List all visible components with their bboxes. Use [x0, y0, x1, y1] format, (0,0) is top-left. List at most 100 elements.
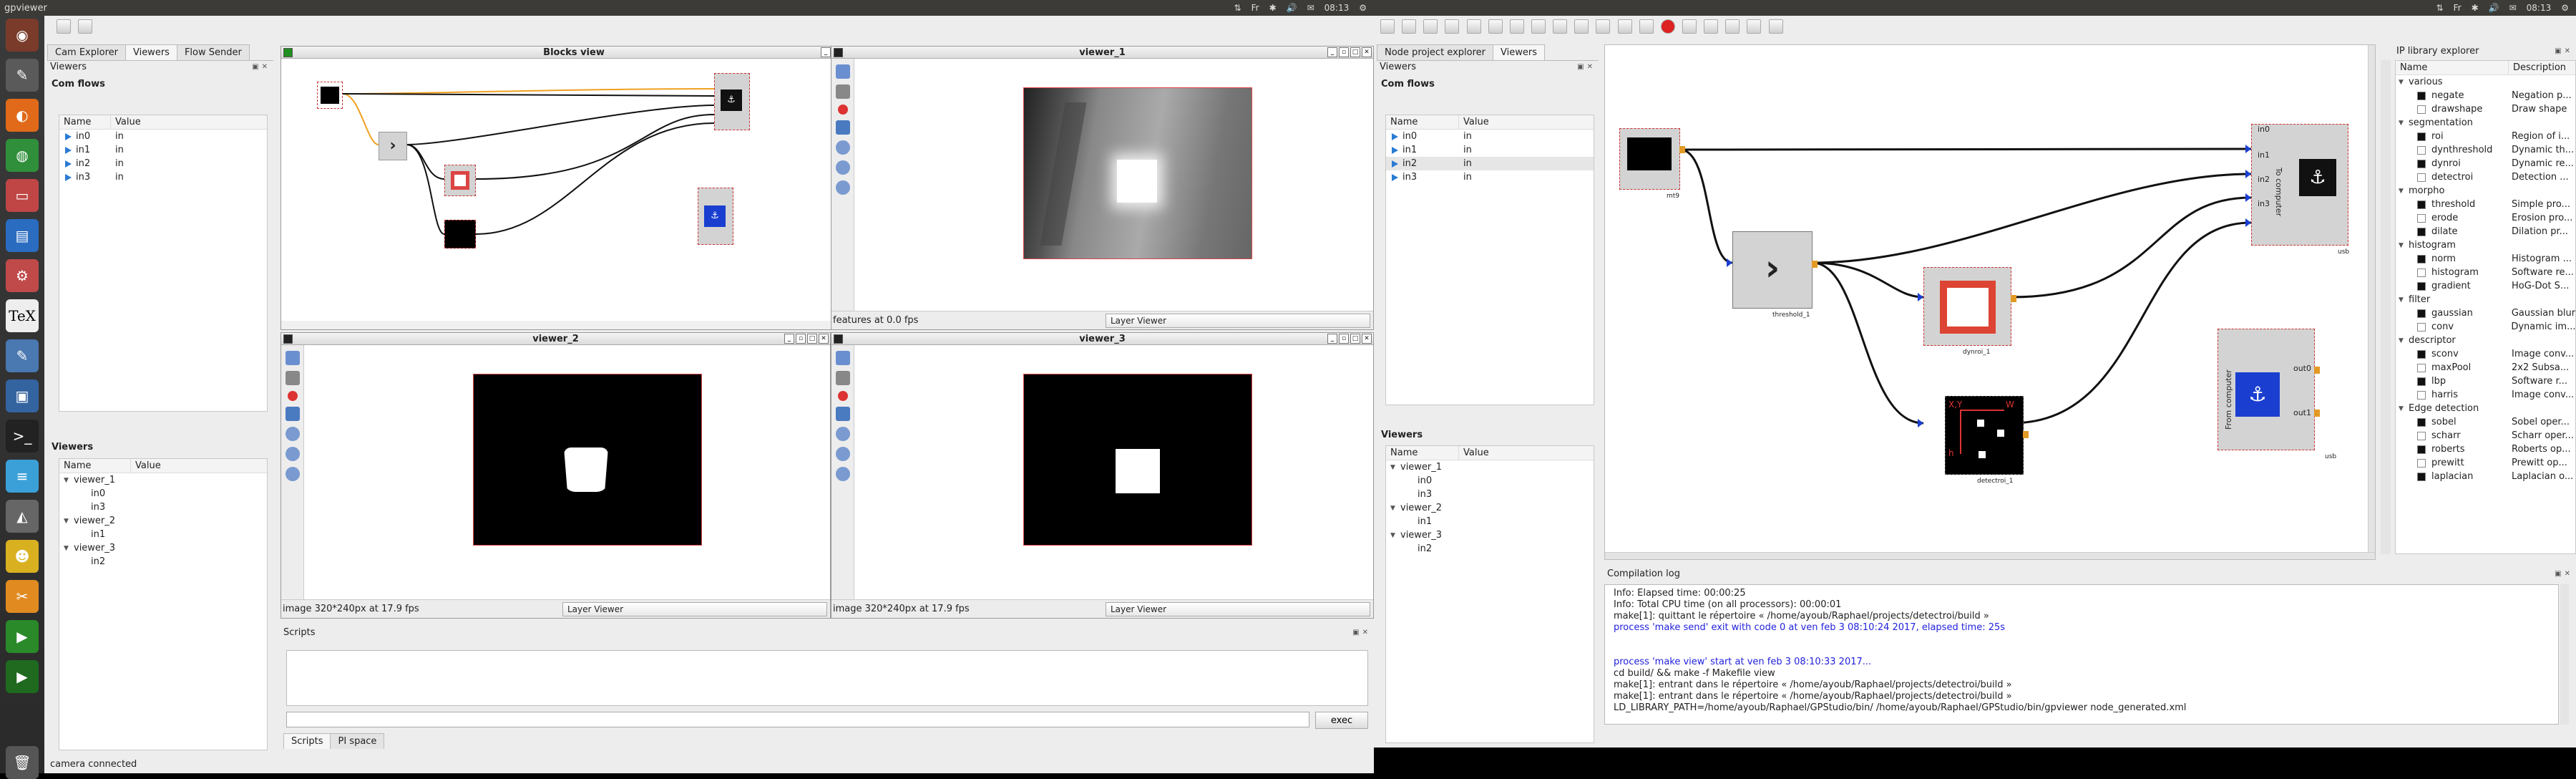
camera-button[interactable] [836, 120, 850, 135]
usb-out-block[interactable]: ⚓ [714, 73, 750, 130]
usb-in-block[interactable]: ⚓ [698, 188, 733, 245]
ip-item[interactable]: harris Image conv... [2396, 388, 2575, 402]
align-button[interactable] [1768, 19, 1783, 34]
tab-cam-explorer[interactable]: Cam Explorer [47, 44, 126, 60]
zoom-out-button[interactable] [836, 447, 850, 461]
horizontal-scrollbar[interactable] [1605, 552, 2375, 559]
col-name[interactable]: Name [59, 459, 131, 473]
pause-button[interactable] [286, 351, 300, 365]
minimize-button[interactable]: _ [1327, 47, 1337, 57]
stop-button[interactable] [1660, 19, 1675, 34]
volume-icon[interactable]: 🔊 [2489, 3, 2499, 13]
generate-button[interactable] [1531, 19, 1546, 34]
gimp-icon[interactable]: ☻ [6, 540, 39, 573]
ip-item[interactable]: prewitt Prewitt op... [2396, 456, 2575, 470]
node-graph-canvas[interactable]: mt9 › threshold_1 dynroi_1 X,Y W h detec… [1604, 44, 2376, 560]
collapse-icon[interactable]: ▼ [1390, 505, 1400, 512]
ip-item[interactable]: sconv Image conv... [2396, 347, 2575, 361]
collapse-icon[interactable]: ▼ [2399, 120, 2409, 127]
maximize-button[interactable]: □ [1350, 47, 1360, 57]
collapse-icon[interactable]: ▼ [64, 477, 74, 484]
ip-item[interactable]: norm Histogram ... [2396, 252, 2575, 266]
close-button[interactable]: ✕ [1362, 334, 1372, 344]
clock[interactable]: 08:13 [2527, 3, 2552, 13]
run-button[interactable] [1617, 19, 1632, 34]
col-name[interactable]: Name [1386, 115, 1459, 129]
threshold-node[interactable]: › [1732, 231, 1818, 309]
col-value[interactable]: Value [1459, 115, 1594, 129]
viewer-node[interactable]: ▼ viewer_1 [1386, 460, 1594, 474]
pause-button[interactable] [836, 351, 850, 365]
gpviewer-icon[interactable]: ▶ [6, 660, 39, 693]
compile-button[interactable] [1553, 19, 1568, 34]
col-value[interactable]: Value [111, 115, 267, 129]
layer-viewer-select[interactable]: Layer Viewer [562, 602, 827, 616]
redo-button[interactable] [1509, 19, 1524, 34]
copy-button[interactable] [1466, 19, 1481, 34]
viewer-flow[interactable]: in3 [59, 500, 267, 514]
record-button[interactable] [288, 391, 298, 401]
zoom-out-button[interactable] [286, 447, 300, 461]
writer-icon[interactable]: ▤ [6, 219, 39, 252]
configure-button[interactable] [1445, 19, 1460, 34]
gear-icon[interactable]: ⚙ [2561, 3, 2569, 13]
network-icon[interactable]: ⇅ [1234, 3, 1241, 13]
ip-category[interactable]: ▼ Edge detection [2396, 402, 2575, 415]
ip-category[interactable]: ▼ morpho [2396, 184, 2575, 198]
mail-icon[interactable]: ✉ [2509, 3, 2517, 13]
mail-icon[interactable]: ✉ [1307, 3, 1314, 13]
tab-pi-space[interactable]: PI space [330, 733, 385, 749]
ip-item[interactable]: gaussian Gaussian blur [2396, 306, 2575, 320]
monitor-app-icon[interactable]: ▭ [6, 179, 39, 212]
viewer-node[interactable]: ▼ viewer_2 [1386, 501, 1594, 515]
tab-flow-sender[interactable]: Flow Sender [176, 44, 250, 60]
col-value[interactable]: Value [1459, 446, 1594, 460]
dynroi-node[interactable] [1923, 267, 2016, 346]
collapse-icon[interactable]: ▼ [2399, 79, 2409, 86]
camera-button[interactable] [836, 407, 850, 421]
splitter-handle[interactable] [2381, 60, 2391, 554]
ip-item[interactable]: laplacian Laplacian o... [2396, 470, 2575, 483]
ip-category[interactable]: ▼ histogram [2396, 238, 2575, 252]
viewer-node[interactable]: ▼ viewer_2 [59, 514, 267, 528]
layer-viewer-select[interactable]: Layer Viewer [1106, 602, 1370, 616]
pause-button[interactable] [836, 64, 850, 79]
detectroi-node[interactable]: X,Y W h [1945, 396, 2029, 475]
collapse-icon[interactable]: ▼ [2399, 405, 2409, 412]
vertical-scrollbar[interactable] [2368, 45, 2375, 559]
viewer-3-canvas[interactable] [854, 345, 1373, 599]
mt9-node[interactable] [1619, 128, 1685, 190]
storage-app-icon[interactable]: ≡ [6, 460, 39, 493]
ip-item[interactable]: conv Dynamic im... [2396, 320, 2575, 334]
dock-controls[interactable]: ▣✕ [2555, 47, 2573, 55]
flow-row[interactable]: in0 in [59, 130, 267, 143]
col-name[interactable]: Name [59, 115, 111, 129]
gear-icon[interactable]: ⚙ [1359, 3, 1367, 13]
dynroi-block[interactable] [444, 165, 476, 196]
ip-item[interactable]: dynthreshold Dynamic th... [2396, 143, 2575, 157]
flow-row[interactable]: in2 in [59, 157, 267, 170]
viewer-flow[interactable]: in2 [59, 555, 267, 568]
maximize-button[interactable]: □ [807, 334, 817, 344]
dock-controls[interactable]: ▣✕ [2555, 570, 2573, 578]
brush-app-icon[interactable]: ✎ [6, 59, 39, 92]
bluetooth-icon[interactable]: ✱ [2472, 3, 2479, 13]
tab-scripts[interactable]: Scripts [283, 733, 331, 749]
gpnode-icon[interactable]: ▶ [6, 620, 39, 653]
firefox-icon[interactable]: ◐ [6, 99, 39, 132]
collapse-icon[interactable]: ▼ [2399, 337, 2409, 344]
ip-item[interactable]: roberts Roberts op... [2396, 442, 2575, 456]
blocks-canvas[interactable]: › ⚓ ⚓ [281, 59, 858, 321]
collapse-icon[interactable]: ▼ [2399, 188, 2409, 195]
open-button[interactable] [1402, 19, 1417, 34]
zoom-out-button[interactable] [836, 160, 850, 175]
camera-button[interactable] [286, 407, 300, 421]
zoom-in-button[interactable] [1704, 19, 1719, 34]
send-button[interactable] [1596, 19, 1611, 34]
layer-viewer-select[interactable]: Layer Viewer [1106, 314, 1370, 328]
flow-row[interactable]: in2 in [1386, 157, 1594, 170]
ip-item[interactable]: maxPool 2x2 Subsa... [2396, 361, 2575, 374]
save-button[interactable] [286, 371, 300, 385]
compilation-log[interactable]: Info: Elapsed time: 00:00:25 Info: Total … [1604, 584, 2559, 725]
keyboard-lang[interactable]: Fr [2454, 3, 2462, 13]
